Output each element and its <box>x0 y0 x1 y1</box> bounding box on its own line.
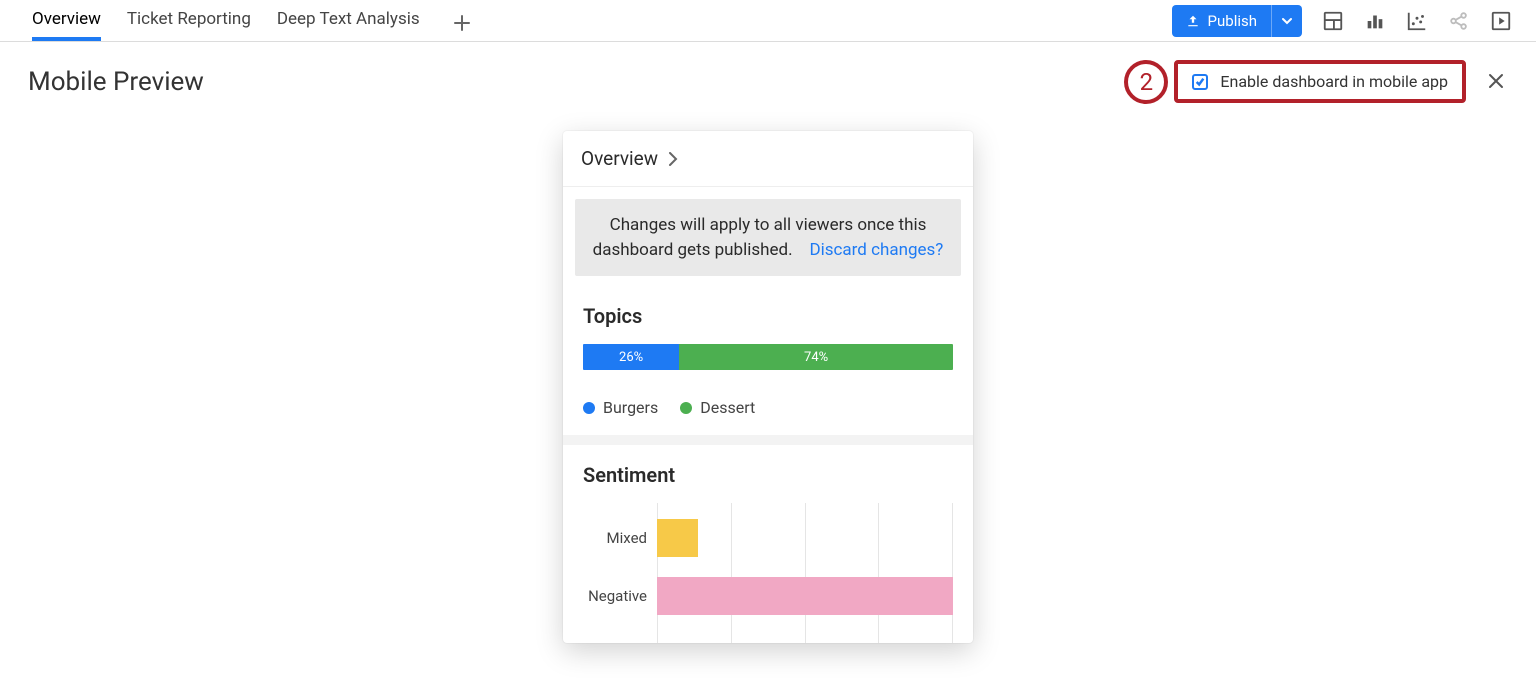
topics-legend: Burgers Dessert <box>583 398 953 417</box>
dot-icon <box>583 402 595 414</box>
check-icon <box>1195 77 1205 87</box>
sentiment-label-mixed: Mixed <box>583 529 647 547</box>
tab-deep-text-analysis[interactable]: Deep Text Analysis <box>277 0 420 41</box>
subheader: Mobile Preview 2 Enable dashboard in mob… <box>0 42 1536 103</box>
topbar-actions: Publish <box>1172 5 1512 37</box>
plus-icon <box>454 15 470 31</box>
topics-title: Topics <box>583 304 953 328</box>
publish-dropdown-button[interactable] <box>1271 5 1302 37</box>
sentiment-bar-mixed[interactable] <box>657 519 698 557</box>
layout-panel-icon <box>1322 10 1344 32</box>
play-box-icon <box>1490 10 1512 32</box>
topics-section: Topics 26% 74% Burgers Dessert <box>563 276 973 445</box>
topics-stacked-bar: 26% 74% <box>583 344 953 370</box>
legend-label: Dessert <box>700 398 755 417</box>
mobile-preview-card: Overview Changes will apply to all viewe… <box>563 131 973 643</box>
sentiment-section: Sentiment Mixed Negative <box>563 445 973 643</box>
topics-segment-dessert[interactable]: 74% <box>679 344 953 370</box>
scatter-button[interactable] <box>1406 10 1428 32</box>
sentiment-chart: Mixed Negative <box>583 503 953 643</box>
preview-breadcrumb[interactable]: Overview <box>563 131 973 187</box>
enable-mobile-checkbox[interactable] <box>1192 74 1208 90</box>
sentiment-title: Sentiment <box>583 463 953 487</box>
tab-list: Overview Ticket Reporting Deep Text Anal… <box>32 0 478 41</box>
discard-changes-link[interactable]: Discard changes? <box>809 240 943 260</box>
close-icon <box>1488 73 1504 89</box>
tab-ticket-reporting[interactable]: Ticket Reporting <box>127 0 251 41</box>
topics-segment-burgers[interactable]: 26% <box>583 344 679 370</box>
enable-mobile-label: Enable dashboard in mobile app <box>1220 72 1448 91</box>
chart-button[interactable] <box>1364 10 1386 32</box>
add-tab-button[interactable] <box>446 8 478 41</box>
sentiment-row-mixed: Mixed <box>583 519 953 557</box>
legend-item-burgers: Burgers <box>583 398 658 417</box>
scatter-icon <box>1406 10 1428 32</box>
top-tab-bar: Overview Ticket Reporting Deep Text Anal… <box>0 0 1536 42</box>
publish-button[interactable]: Publish <box>1172 5 1271 37</box>
sentiment-row-negative: Negative <box>583 577 953 615</box>
upload-icon <box>1186 14 1200 28</box>
enable-mobile-container: 2 Enable dashboard in mobile app <box>1174 60 1508 103</box>
enable-mobile-highlight: Enable dashboard in mobile app <box>1174 60 1466 103</box>
publish-label: Publish <box>1208 12 1257 30</box>
tab-overview[interactable]: Overview <box>32 0 101 41</box>
legend-item-dessert: Dessert <box>680 398 755 417</box>
chevron-down-icon <box>1282 16 1292 26</box>
share-button[interactable] <box>1448 10 1470 32</box>
dot-icon <box>680 402 692 414</box>
bar-chart-icon <box>1364 10 1386 32</box>
chevron-right-icon <box>668 152 678 166</box>
sentiment-label-negative: Negative <box>583 587 647 605</box>
page-title: Mobile Preview <box>28 67 204 97</box>
annotation-badge: 2 <box>1124 60 1168 104</box>
legend-label: Burgers <box>603 398 658 417</box>
layout-panel-button[interactable] <box>1322 10 1344 32</box>
preview-stage: Overview Changes will apply to all viewe… <box>0 103 1536 643</box>
sentiment-bar-negative[interactable] <box>657 577 953 615</box>
present-button[interactable] <box>1490 10 1512 32</box>
preview-breadcrumb-label: Overview <box>581 147 658 170</box>
unpublished-changes-banner: Changes will apply to all viewers once t… <box>575 199 961 276</box>
publish-split-button: Publish <box>1172 5 1302 37</box>
close-preview-button[interactable] <box>1484 66 1508 98</box>
share-icon <box>1448 10 1470 32</box>
